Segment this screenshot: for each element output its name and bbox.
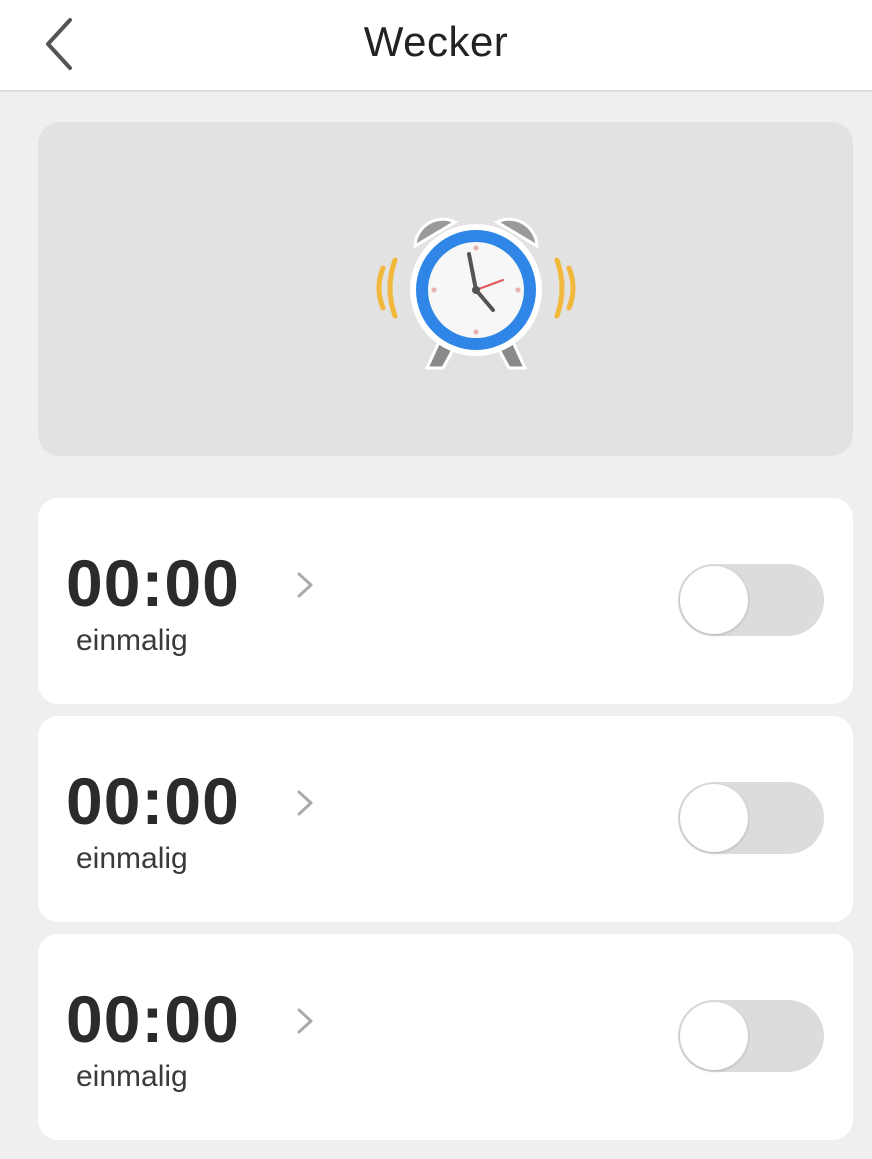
alarm-toggle[interactable] <box>678 782 824 854</box>
alarm-toggle[interactable] <box>678 1000 824 1072</box>
alarm-toggle[interactable] <box>678 564 824 636</box>
app-header: Wecker <box>0 0 872 92</box>
alarm-repeat-label: einmalig <box>76 1060 188 1093</box>
chevron-right-icon <box>297 1008 313 1034</box>
alarm-time[interactable]: 00:00 <box>66 768 240 834</box>
toggle-knob <box>680 566 748 634</box>
page-title: Wecker <box>363 18 509 65</box>
alarm-card-2[interactable]: 00:00 einmalig <box>38 716 853 922</box>
alarm-banner <box>38 122 853 456</box>
chevron-right-icon <box>297 572 313 598</box>
toggle-knob <box>680 784 748 852</box>
alarm-card-3[interactable]: 00:00 einmalig <box>38 934 853 1140</box>
alarm-clock-icon <box>376 217 576 370</box>
alarm-repeat-label: einmalig <box>76 842 188 875</box>
alarm-time[interactable]: 00:00 <box>66 550 240 616</box>
alarm-time[interactable]: 00:00 <box>66 986 240 1052</box>
toggle-knob <box>680 1002 748 1070</box>
alarm-repeat-label: einmalig <box>76 624 188 657</box>
alarm-card-1[interactable]: 00:00 einmalig <box>38 498 853 704</box>
chevron-right-icon <box>297 790 313 816</box>
